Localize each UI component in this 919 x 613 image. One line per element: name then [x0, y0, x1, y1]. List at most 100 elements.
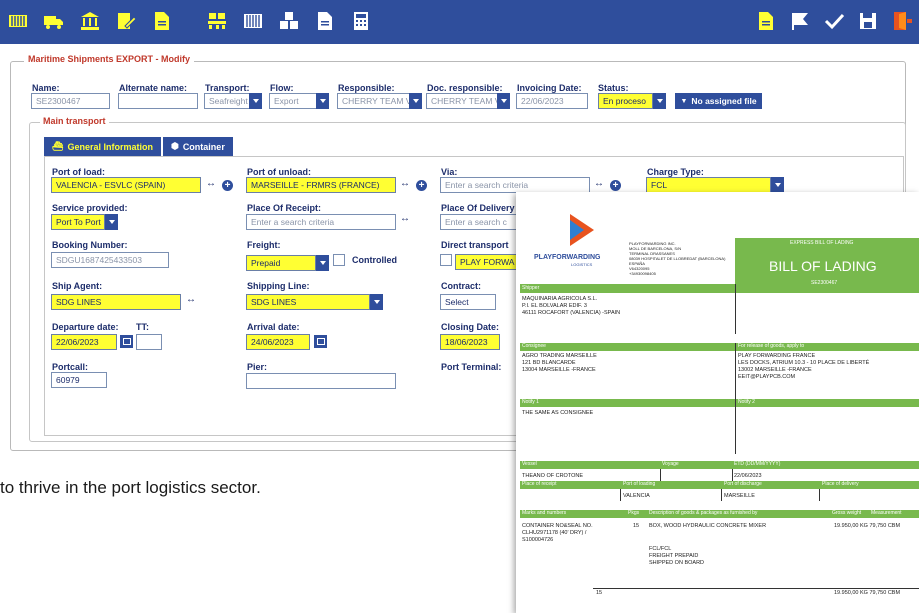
tab-bar: ⛴ General Information ⬢ Container: [44, 137, 233, 156]
service-provided-select[interactable]: Port To Port: [51, 214, 105, 230]
description-extra-3: SHIPPED ON BOARD: [649, 560, 705, 566]
vessel-label: Vessel: [522, 461, 537, 467]
swap-arrows-icon[interactable]: ↔: [400, 213, 410, 224]
direct-transport-checkbox[interactable]: [440, 254, 452, 266]
responsible-dropdown-arrow[interactable]: [409, 93, 422, 109]
name-field[interactable]: SE2300467: [31, 93, 110, 109]
bill-of-lading-document: PLAYFORWARDING LOGISTICS PLAYFORWARDING …: [516, 192, 919, 613]
freight-dropdown-arrow[interactable]: [316, 255, 329, 271]
file-icon[interactable]: [313, 9, 337, 33]
transport-dropdown-arrow[interactable]: [249, 93, 262, 109]
notify-band: [520, 399, 919, 407]
responsible-select[interactable]: CHERRY TEAM VA: [337, 93, 410, 109]
alternate-name-field[interactable]: [118, 93, 198, 109]
responsible-label: Responsible:: [338, 83, 395, 93]
swap-arrows-icon[interactable]: ↔: [594, 178, 604, 189]
add-port-of-load-icon[interactable]: +: [222, 180, 233, 191]
release-line-1: PLAY FORWARDING FRANCE: [738, 353, 816, 359]
vessel-value: THEANO OF CROTONE: [522, 473, 584, 479]
pallet-icon[interactable]: [205, 9, 229, 33]
consignee-label: Consignee: [522, 343, 546, 349]
company-line-7: +34930098405: [629, 271, 656, 276]
charge-type-dropdown-arrow[interactable]: [771, 177, 784, 193]
toolbar-left-group: [6, 9, 174, 33]
ship-icon: ⛴: [52, 141, 64, 151]
portcall-field[interactable]: 60979: [51, 372, 107, 388]
no-assigned-file-button[interactable]: ▼ No assigned file: [675, 93, 762, 109]
closing-date-field[interactable]: 18/06/2023: [440, 334, 500, 350]
booking-number-field[interactable]: SDGU1687425433503: [51, 252, 169, 268]
calendar-icon[interactable]: [314, 335, 327, 348]
calculator-icon[interactable]: [349, 9, 373, 33]
shipper-band: [520, 284, 919, 293]
calendar-icon[interactable]: [120, 335, 133, 348]
add-via-icon[interactable]: +: [610, 180, 621, 191]
doc-responsible-dropdown-arrow[interactable]: [497, 93, 510, 109]
save-icon[interactable]: [856, 9, 880, 33]
totals-rule: [593, 588, 919, 589]
departure-date-label: Departure date:: [52, 322, 119, 332]
notify-1-label: Notify 1: [522, 399, 539, 405]
controlled-checkbox[interactable]: [333, 254, 345, 266]
exit-icon[interactable]: [890, 9, 914, 33]
tab-general-information[interactable]: ⛴ General Information: [44, 137, 161, 156]
invoicing-date-field[interactable]: 22/06/2023: [516, 93, 588, 109]
slide-body-text: to thrive in the port logistics sector.: [0, 478, 261, 497]
departure-date-field[interactable]: 22/06/2023: [51, 334, 117, 350]
release-line-3: 13002 MARSEILLE -FRANCE: [738, 367, 812, 373]
shipping-line-label: Shipping Line:: [247, 281, 310, 291]
status-select[interactable]: En proceso: [598, 93, 653, 109]
tt-label: TT:: [136, 322, 149, 332]
place-of-receipt-input[interactable]: Enter a search criteria: [246, 214, 396, 230]
marks-line-1: CONTAINER NO&SEAL NO.: [522, 523, 593, 529]
truck-icon[interactable]: [42, 9, 66, 33]
arrival-date-field[interactable]: 24/06/2023: [246, 334, 310, 350]
tt-field[interactable]: [136, 334, 162, 350]
main-transport-title: Main transport: [40, 116, 109, 126]
service-dropdown-arrow[interactable]: [105, 214, 118, 230]
port-of-load-field[interactable]: VALENCIA - ESVLC (SPAIN): [51, 177, 201, 193]
shipping-line-dropdown-arrow[interactable]: [370, 294, 383, 310]
description-label: Description of goods & packages as furni…: [649, 510, 758, 516]
check-icon[interactable]: [822, 9, 846, 33]
pkgs-label: Pkgs: [628, 510, 640, 516]
description-value: BOX, WOOD HYDRAULIC CONCRETE MIXER: [649, 523, 767, 529]
direct-transport-label: Direct transport: [441, 240, 509, 250]
direct-transport-field[interactable]: PLAY FORWA: [455, 254, 525, 270]
status-dropdown-arrow[interactable]: [653, 93, 666, 109]
charge-type-select[interactable]: FCL: [646, 177, 771, 193]
freight-select[interactable]: Prepaid: [246, 255, 316, 271]
transport-select[interactable]: Seafreight: [204, 93, 250, 109]
shipping-line-select[interactable]: SDG LINES: [246, 294, 370, 310]
consignee-line-1: AGRO TRADING MARSEILLE: [522, 353, 597, 359]
total-pkgs: 15: [596, 590, 603, 596]
port-of-unload-field[interactable]: MARSEILLE - FRMRS (FRANCE): [246, 177, 396, 193]
flow-select[interactable]: Export: [269, 93, 317, 109]
notify-1-value: THE SAME AS CONSIGNEE: [522, 410, 594, 416]
ship-agent-field[interactable]: SDG LINES: [51, 294, 181, 310]
via-search-input[interactable]: Enter a search criteria: [440, 177, 590, 193]
flow-dropdown-arrow[interactable]: [316, 93, 329, 109]
doc-responsible-label: Doc. responsible:: [427, 83, 503, 93]
flag-icon[interactable]: [788, 9, 812, 33]
document-icon[interactable]: [150, 9, 174, 33]
contract-select[interactable]: Select: [440, 294, 496, 310]
barcode-icon[interactable]: [241, 9, 265, 33]
containers-icon[interactable]: [6, 9, 30, 33]
pier-field[interactable]: [246, 373, 396, 389]
place-of-delivery-input[interactable]: Enter a search c: [440, 214, 520, 230]
signed-document-icon[interactable]: [114, 9, 138, 33]
swap-arrows-icon[interactable]: ↔: [206, 178, 216, 189]
tab-container[interactable]: ⬢ Container: [160, 137, 233, 156]
swap-arrows-icon[interactable]: ↔: [186, 294, 196, 305]
pdf-document-icon[interactable]: [754, 9, 778, 33]
release-line-4: EEIT@PLAYPCB.COM: [738, 374, 796, 380]
bank-icon[interactable]: [78, 9, 102, 33]
swap-arrows-icon[interactable]: ↔: [400, 178, 410, 189]
boxes-icon[interactable]: [277, 9, 301, 33]
bill-of-lading-title: BILL OF LADING: [769, 258, 877, 274]
add-port-of-unload-icon[interactable]: +: [416, 180, 427, 191]
marks-label: Marks and numbers: [522, 510, 567, 516]
doc-responsible-select[interactable]: CHERRY TEAM VA: [426, 93, 498, 109]
description-extra-2: FREIGHT PREPAID: [649, 553, 699, 559]
